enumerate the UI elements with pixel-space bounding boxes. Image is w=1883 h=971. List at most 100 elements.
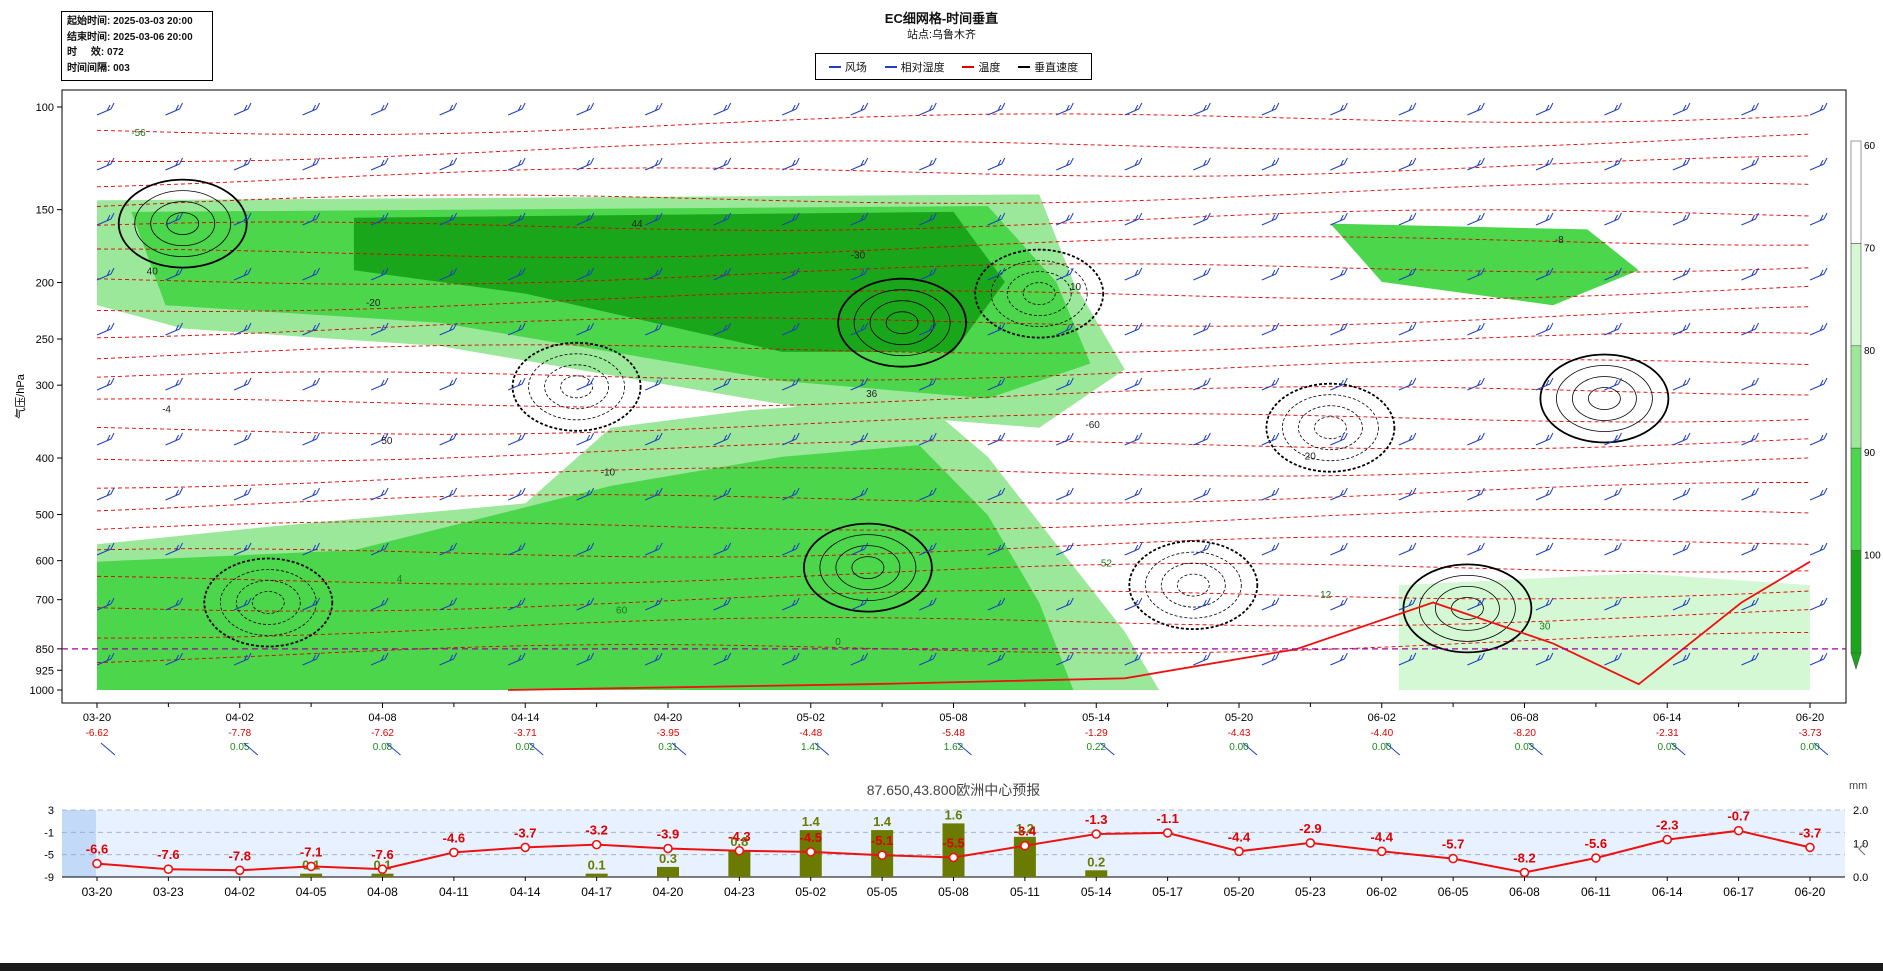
x-tick-label: 04-02: [226, 712, 254, 724]
surface-temp-label: -2.31: [1656, 728, 1679, 739]
min-temp-point: [1234, 846, 1244, 857]
colorbar-tick-label: 60: [1864, 141, 1876, 152]
min-temp-point: [1448, 853, 1458, 864]
y-tick-label: 300: [36, 380, 54, 392]
min-temp-point: [1662, 834, 1673, 845]
min-temp-label: -0.7: [1727, 809, 1749, 824]
min-temp-label: -5.1: [871, 833, 893, 848]
surface-precip-label: 0.31: [658, 742, 678, 753]
surface-temp-label: -6.62: [86, 728, 109, 739]
y-tick-label: 600: [36, 556, 54, 568]
chart-canvas: -56-20-100102030405060-30-6012-8-4444365…: [13, 89, 1881, 899]
min-temp-point: [948, 852, 959, 863]
min-temp-label: -3.9: [657, 827, 679, 842]
min-temp-label: -1.3: [1085, 812, 1107, 827]
contour-label: -20: [366, 298, 381, 309]
bottom-x-tick-label: 04-23: [724, 885, 755, 899]
bottom-x-tick-label: 06-08: [1509, 885, 1540, 899]
bottom-x-tick-label: 06-14: [1652, 885, 1683, 899]
surface-temp-label: -4.48: [799, 728, 822, 739]
y-tick-label: 1000: [30, 685, 54, 697]
min-temp-label: -7.8: [229, 848, 251, 863]
min-temp-point: [1305, 838, 1316, 848]
bottom-x-tick-label: 04-08: [367, 885, 398, 899]
contour-label: 10: [1070, 282, 1082, 293]
contour-label: 30: [1539, 621, 1551, 632]
precip-bar-label: 1.6: [944, 807, 962, 822]
precip-bar: [300, 873, 323, 877]
surface-temp-label: -7.62: [371, 728, 394, 739]
colorbar-tick-label: 100: [1864, 551, 1881, 562]
surface-precip-label: 1.62: [944, 742, 964, 753]
bottom-x-tick-label: 04-02: [224, 885, 255, 899]
precip-bar-label: 1.4: [873, 814, 892, 829]
rh-band-right-lower: [1398, 573, 1810, 690]
contour-label: -4: [162, 404, 171, 415]
contour-label: -56: [131, 128, 146, 139]
min-temp-label: -2.9: [1299, 821, 1321, 836]
y-tick-label: 925: [36, 665, 54, 677]
bottom-x-tick-label: 04-14: [510, 885, 541, 899]
x-tick-label: 05-20: [1225, 712, 1253, 724]
surface-precip-label: 0.00: [1372, 742, 1392, 753]
surface-temp-label: -4.43: [1228, 728, 1251, 739]
colorbar-tick-label: 70: [1864, 243, 1876, 254]
min-temp-label: -3.7: [514, 825, 536, 840]
contour-label: -30: [851, 251, 866, 262]
surface-precip-label: 0.08: [373, 742, 393, 753]
surface-precip-label: 0.03: [1515, 742, 1535, 753]
precip-bar-label: 1.4: [802, 814, 821, 829]
min-temp-point: [1091, 829, 1102, 839]
surface-precip-label: 0.00: [1800, 742, 1820, 753]
surface-temp-label: -8.20: [1513, 728, 1536, 739]
bottom-x-tick-label: 06-17: [1723, 885, 1754, 899]
colorbar-cell: [1850, 140, 1862, 244]
min-temp-label: -4.3: [728, 829, 750, 844]
colorbar-cell: [1850, 550, 1862, 654]
y-tick-label: 700: [36, 595, 54, 607]
y-tick-label: 850: [36, 644, 54, 656]
contour-label: 52: [1101, 558, 1113, 569]
bottom-x-tick-label: 04-11: [439, 885, 469, 899]
bottom-x-tick-label: 05-08: [938, 885, 969, 899]
x-tick-label: 06-08: [1510, 712, 1538, 724]
bottom-x-tick-label: 05-17: [1152, 885, 1183, 899]
contour-label: 36: [866, 389, 878, 400]
min-temp-label: -3.7: [1799, 825, 1821, 840]
surface-temp-label: -3.73: [1799, 728, 1822, 739]
precip-bar: [585, 873, 608, 877]
footer-bar: [0, 963, 1883, 971]
bottom-y-tick-label: -9: [44, 872, 54, 884]
x-tick-label: 06-02: [1368, 712, 1396, 724]
bottom-y2-tick-label: 1.0: [1853, 839, 1868, 851]
surface-precip-label: 0.02: [516, 742, 536, 753]
min-temp-point: [591, 839, 602, 850]
bottom-x-tick-label: 05-02: [795, 885, 826, 899]
contour-label: -8: [1555, 235, 1564, 246]
bottom-y-tick-label: -1: [44, 827, 54, 839]
contour-label: 50: [381, 436, 393, 447]
min-temp-point: [306, 861, 316, 872]
contour-label: 60: [616, 606, 628, 617]
x-tick-label: 06-20: [1796, 712, 1824, 724]
precip-bar-label: 0.1: [588, 858, 606, 873]
colorbar-arrow: [1850, 652, 1862, 671]
precip-bar: [1085, 870, 1108, 877]
min-temp-label: -4.5: [800, 830, 822, 845]
surface-temp-label: -7.78: [228, 728, 251, 739]
colorbar-tick-label: 80: [1864, 346, 1876, 357]
contour-label: 20: [1305, 452, 1317, 463]
bottom-y2-label: mm: [1849, 780, 1867, 792]
precip-bar-label: 0.2: [1087, 854, 1105, 869]
min-temp-point: [1733, 825, 1744, 836]
x-tick-label: 06-14: [1653, 712, 1681, 724]
bottom-x-tick-label: 06-05: [1438, 885, 1469, 899]
surface-precip-label: 0.03: [1658, 742, 1678, 753]
surface-temp-label: -1.29: [1085, 728, 1108, 739]
y-tick-label: 200: [36, 278, 54, 290]
bottom-x-tick-label: 06-20: [1795, 885, 1826, 899]
min-temp-label: -7.1: [300, 844, 322, 859]
min-temp-label: -5.6: [1585, 836, 1607, 851]
min-temp-point: [1591, 853, 1601, 863]
bottom-x-tick-label: 05-23: [1295, 885, 1326, 899]
